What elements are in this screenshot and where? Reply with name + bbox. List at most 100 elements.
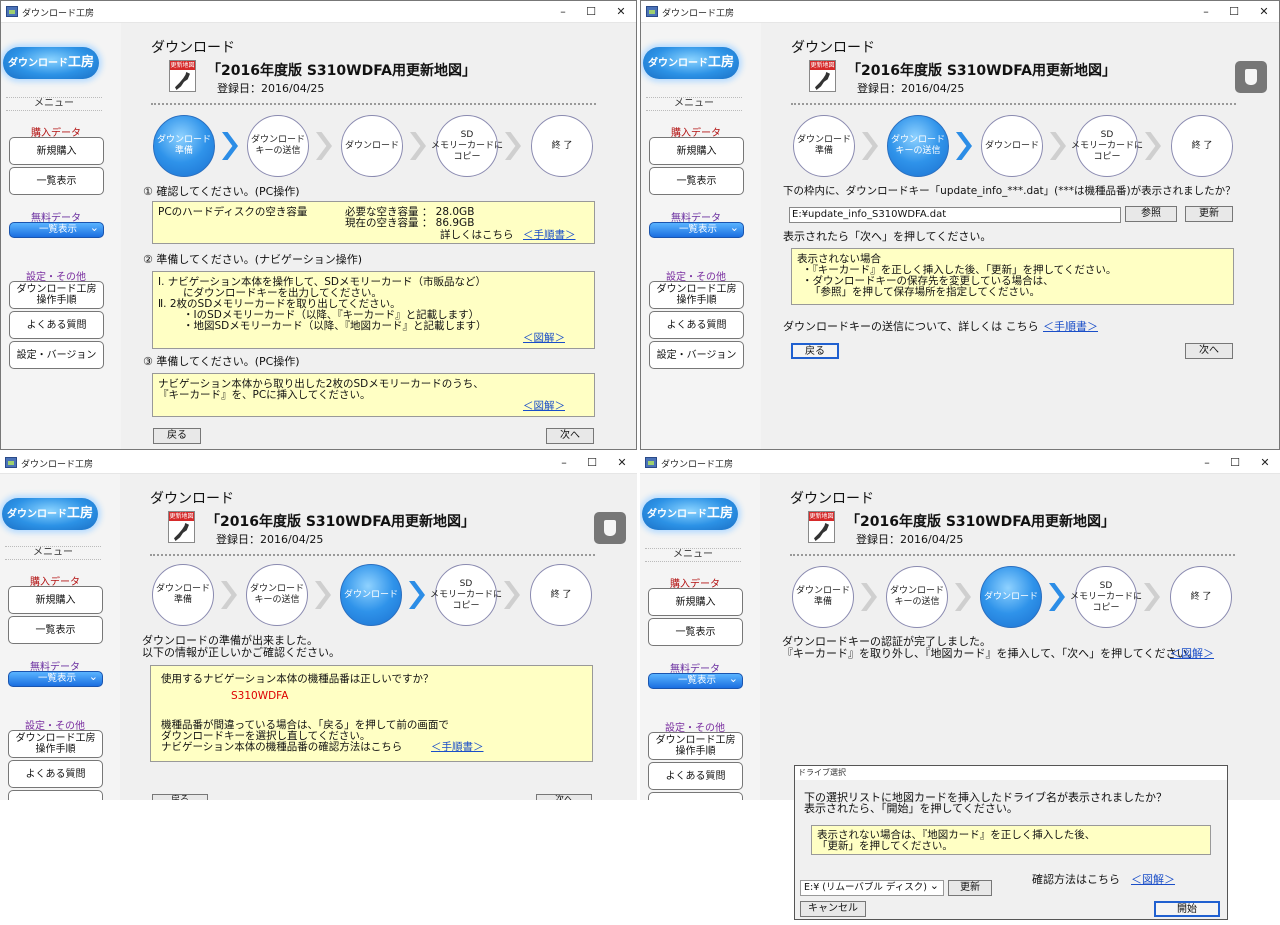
back-button[interactable]: 戻る	[791, 343, 839, 359]
disk-label: PCのハードディスクの空き容量	[158, 206, 308, 218]
version-button[interactable]: 設定・バージョン	[9, 341, 104, 369]
maximize-icon[interactable]: ☐	[1223, 4, 1245, 19]
app-logo: ダウンロード工房	[642, 498, 738, 530]
instruction-line: 『キーカード』を、PCに挿入してください。	[158, 389, 371, 401]
free-list-button[interactable]: 一覧表示	[8, 670, 103, 687]
new-purchase-button[interactable]: 新規購入	[648, 588, 743, 616]
sidebar: ダウンロード工房 メニュー 購入データ 新規購入 一覧表示 無料データ 一覧表示…	[640, 474, 760, 800]
dialog-refresh-button[interactable]: 更新	[948, 880, 992, 896]
version-button[interactable]: 設定・バージョン	[649, 341, 744, 369]
free-list-button[interactable]: 一覧表示	[649, 221, 744, 238]
close-icon[interactable]: ✕	[1254, 455, 1276, 470]
usb-icon[interactable]	[1235, 61, 1267, 93]
page-heading: ダウンロード	[151, 40, 235, 56]
menu-heading: メニュー	[645, 548, 741, 562]
faq-button[interactable]: よくある質問	[648, 762, 743, 790]
step-arrow-icon	[955, 583, 971, 611]
figure-link[interactable]: ＜図解＞	[523, 333, 565, 344]
close-icon[interactable]: ✕	[611, 455, 633, 470]
browse-button[interactable]: 参照	[1125, 206, 1177, 222]
figure-link[interactable]: ＜図解＞	[523, 401, 565, 412]
product-title: 「2016年度版 S310WDFA用更新地図」	[847, 63, 1117, 79]
window-step3: ダウンロード工房 – ☐ ✕ ダウンロード工房 メニュー 購入データ 新規購入 …	[0, 452, 637, 800]
divider	[790, 554, 1235, 556]
main-panel: ダウンロード 更新地図 「2016年度版 S310WDFA用更新地図」 登録日：…	[120, 474, 637, 800]
minimize-icon[interactable]: –	[552, 4, 574, 19]
step-arrow-icon	[505, 132, 521, 160]
close-icon[interactable]: ✕	[1253, 4, 1275, 19]
usb-icon[interactable]	[594, 512, 626, 544]
procedure-link[interactable]: ＜手順書＞	[431, 742, 484, 753]
version-button[interactable]	[648, 792, 743, 800]
step-arrow-icon	[315, 581, 331, 609]
back-button[interactable]: 戻る	[152, 794, 208, 800]
free-list-button[interactable]: 一覧表示	[9, 221, 104, 238]
manual-button[interactable]: ダウンロード工房 操作手順	[8, 730, 103, 758]
next-instruction: 表示されたら「次へ」を押してください。	[783, 230, 992, 243]
cancel-button[interactable]: キャンセル	[800, 901, 866, 917]
step-copy-sd: SD メモリーカードに コピー	[430, 564, 502, 626]
faq-button[interactable]: よくある質問	[9, 311, 104, 339]
figure-link[interactable]: ＜図解＞	[1170, 648, 1214, 660]
title-bar[interactable]: ダウンロード工房 – ☐ ✕	[641, 1, 1279, 23]
manual-button[interactable]: ダウンロード工房 操作手順	[9, 281, 104, 309]
current-space: 現在の空き容量 ： 86.9GB	[345, 217, 475, 229]
list-view-button[interactable]: 一覧表示	[649, 167, 744, 195]
maximize-icon[interactable]: ☐	[1224, 455, 1246, 470]
list-view-button[interactable]: 一覧表示	[9, 167, 104, 195]
list-view-button[interactable]: 一覧表示	[648, 618, 743, 646]
pc-instructions-box: ナビゲーション本体から取り出した2枚のSDメモリーカードのうち、 『キーカード』…	[152, 373, 595, 417]
step-copy-sd: SD メモリーカードに コピー	[1070, 566, 1142, 628]
procedure-link[interactable]: ＜手順書＞	[523, 230, 576, 241]
window-title: ダウンロード工房	[662, 9, 735, 19]
close-icon[interactable]: ✕	[610, 4, 632, 19]
new-purchase-button[interactable]: 新規購入	[649, 137, 744, 165]
start-button[interactable]: 開始	[1154, 901, 1220, 917]
key-path-input[interactable]: E:¥update_info_S310WDFA.dat	[789, 207, 1121, 223]
minimize-icon[interactable]: –	[1196, 455, 1218, 470]
step-download: ダウンロード	[980, 566, 1042, 628]
maximize-icon[interactable]: ☐	[580, 4, 602, 19]
step-prepare: ダウンロード 準備	[792, 566, 854, 628]
refresh-button[interactable]: 更新	[1185, 206, 1233, 222]
back-button[interactable]: 戻る	[153, 428, 201, 444]
next-button[interactable]: 次へ	[536, 794, 592, 800]
step-arrow-icon	[1049, 583, 1065, 611]
next-button[interactable]: 次へ	[546, 428, 594, 444]
minimize-icon[interactable]: –	[553, 455, 575, 470]
step-copy-sd: SD メモリーカードに コピー	[431, 115, 503, 177]
new-purchase-button[interactable]: 新規購入	[8, 586, 103, 614]
sidebar: ダウンロード工房 メニュー 購入データ 新規購入 一覧表示 無料データ 一覧表示…	[0, 474, 120, 800]
window-step2: ダウンロード工房 – ☐ ✕ ダウンロード工房 メニュー 購入データ 新規購入 …	[640, 0, 1280, 450]
drive-select[interactable]: E:¥ (リムーバブル ディスク)	[800, 879, 944, 896]
step-send-key: ダウンロード キーの送信	[886, 566, 948, 628]
figure-link[interactable]: ＜図解＞	[1131, 874, 1175, 886]
faq-button[interactable]: よくある質問	[8, 760, 103, 788]
title-bar[interactable]: ダウンロード工房 – ☐ ✕	[640, 452, 1280, 474]
window-step4: ダウンロード工房 – ☐ ✕ ダウンロード工房 メニュー 購入データ 新規購入 …	[640, 452, 1280, 800]
new-purchase-button[interactable]: 新規購入	[9, 137, 104, 165]
menu-heading: メニュー	[6, 97, 102, 111]
step-download: ダウンロード	[981, 115, 1043, 177]
app-logo: ダウンロード工房	[2, 498, 98, 530]
list-view-button[interactable]: 一覧表示	[8, 616, 103, 644]
version-button[interactable]	[8, 790, 103, 800]
window-step1: ダウンロード工房 – ☐ ✕ ダウンロード工房 メニュー 購入データ 新規購入 …	[0, 0, 637, 450]
sidebar: ダウンロード工房 メニュー 購入データ 新規購入 一覧表示 無料データ 一覧表示…	[1, 23, 121, 449]
disk-space-box: PCのハードディスクの空き容量 必要な空き容量 ： 28.0GB 現在の空き容量…	[152, 201, 595, 244]
free-list-button[interactable]: 一覧表示	[648, 672, 743, 689]
step-arrow-icon	[410, 132, 426, 160]
manual-button[interactable]: ダウンロード工房 操作手順	[649, 281, 744, 309]
maximize-icon[interactable]: ☐	[581, 455, 603, 470]
faq-button[interactable]: よくある質問	[649, 311, 744, 339]
not-displayed-box: 表示されない場合 ・『キーカード』を正しく挿入した後、「更新」を押してください。…	[791, 248, 1234, 305]
procedure-link[interactable]: ＜手順書＞	[1043, 321, 1098, 333]
manual-button[interactable]: ダウンロード工房 操作手順	[648, 732, 743, 760]
next-button[interactable]: 次へ	[1185, 343, 1233, 359]
minimize-icon[interactable]: –	[1195, 4, 1217, 19]
title-bar[interactable]: ダウンロード工房 – ☐ ✕	[0, 452, 637, 474]
registration-date: 登録日：2016/04/25	[217, 82, 325, 95]
main-panel: ダウンロード 更新地図 「2016年度版 S310WDFA用更新地図」 登録日：…	[761, 23, 1279, 449]
help-line: ナビゲーション本体の機種品番の確認方法はこちら	[161, 741, 403, 753]
title-bar[interactable]: ダウンロード工房 – ☐ ✕	[1, 1, 636, 23]
